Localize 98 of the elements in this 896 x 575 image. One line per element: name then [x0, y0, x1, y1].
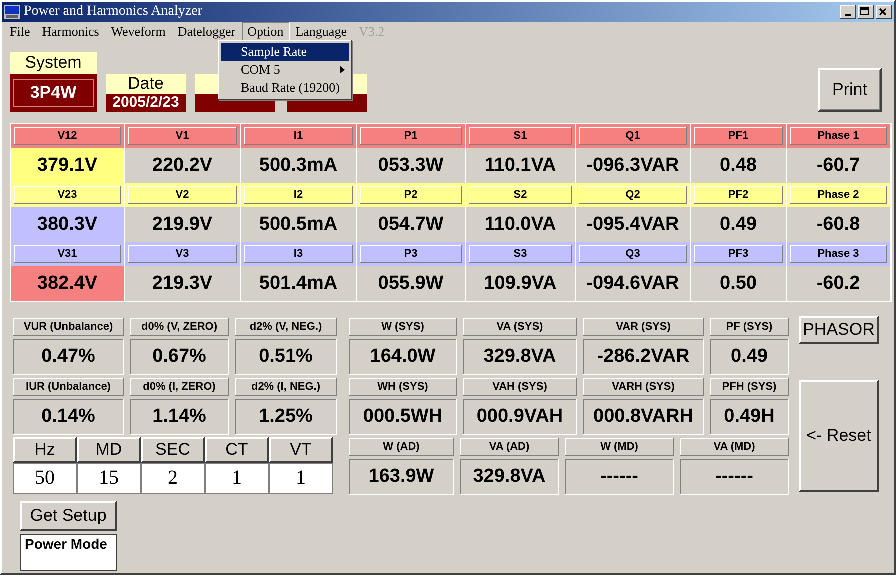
header-cell: V12: [11, 124, 125, 148]
header-cell: S3: [466, 242, 576, 266]
value-field: 329.8VA: [460, 459, 559, 495]
header-cell: I1: [241, 124, 357, 148]
value-field: 1.25%: [235, 399, 337, 435]
header-label: PFH (SYS): [710, 378, 789, 396]
setup-header-button[interactable]: CT: [205, 437, 269, 463]
menu-item[interactable]: Harmonics: [36, 22, 106, 42]
value-field: 000.5WH: [349, 399, 457, 435]
header-label: d2% (V, NEG.): [235, 318, 337, 336]
header-cell: PF2: [691, 183, 787, 207]
value-field: 164.0W: [349, 339, 457, 375]
menu-option[interactable]: Baud Rate (19200): [221, 79, 349, 97]
header-cell: I2: [241, 183, 357, 207]
header-cell: V2: [125, 183, 241, 207]
value-field: -286.2VAR: [583, 339, 704, 375]
value-cell: 382.4V: [11, 266, 125, 301]
value-cell: 379.1V: [11, 148, 125, 183]
value-field: 0.67%: [130, 339, 229, 375]
header-cell: I3: [241, 242, 357, 266]
card-label: Date: [106, 74, 186, 94]
header-label: VAR (SYS): [583, 318, 704, 336]
header-cell: V1: [125, 124, 241, 148]
header-cell: PF1: [691, 124, 787, 148]
value-field: 1.14%: [130, 399, 229, 435]
value-field: 000.8VARH: [583, 399, 704, 435]
close-icon: [877, 7, 889, 17]
menu-item[interactable]: Language: [290, 22, 353, 42]
header-cell: Q2: [576, 183, 691, 207]
header-label: VA (MD): [680, 438, 789, 456]
mode-field: Power Mode: [20, 534, 117, 571]
header-label: VA (SYS): [463, 318, 577, 336]
header-label: d0% (I, ZERO): [130, 378, 229, 396]
header-cell: P3: [357, 242, 466, 266]
header-cell: Q1: [576, 124, 691, 148]
value-field: 329.8VA: [463, 339, 577, 375]
header-cell: Q3: [576, 242, 691, 266]
value-field: ------: [565, 459, 674, 495]
reset-button[interactable]: <- Reset: [799, 380, 879, 492]
header-label: VARH (SYS): [583, 378, 704, 396]
maximize-button[interactable]: [858, 5, 874, 19]
header-label: W (SYS): [349, 318, 457, 336]
menu-option[interactable]: Sample Rate: [221, 43, 349, 61]
minimize-button[interactable]: [840, 5, 856, 19]
value-field: 0.47%: [13, 339, 124, 375]
header-cell: V31: [11, 242, 125, 266]
header-label: VAH (SYS): [463, 378, 577, 396]
header-cell: Phase 3: [787, 242, 891, 266]
setup-header-button[interactable]: VT: [269, 437, 333, 463]
menu-item[interactable]: Datelogger: [172, 22, 242, 42]
header-label: d2% (I, NEG.): [235, 378, 337, 396]
header-cell: P1: [357, 124, 466, 148]
setup-header-button[interactable]: Hz: [13, 437, 77, 463]
value-cell: 380.3V: [11, 207, 125, 242]
setup-value-field[interactable]: 1: [269, 463, 333, 494]
value-field: 0.49H: [710, 399, 789, 435]
setup-header-button[interactable]: SEC: [141, 437, 205, 463]
value-field: 000.9VAH: [463, 399, 577, 435]
app-icon: [4, 5, 20, 19]
setup-value-field[interactable]: 50: [13, 463, 77, 494]
value-field: 163.9W: [349, 459, 454, 495]
card-label: System: [10, 52, 97, 74]
setup-value-field[interactable]: 1: [205, 463, 269, 494]
setup-value-field[interactable]: 15: [77, 463, 141, 494]
value-field: 0.14%: [13, 399, 124, 435]
menu-item[interactable]: File: [4, 22, 36, 42]
header-label: PF (SYS): [710, 318, 789, 336]
header-label: WH (SYS): [349, 378, 457, 396]
header-cell: V23: [11, 183, 125, 207]
value-field: ------: [680, 459, 789, 495]
window-title: Power and Harmonics Analyzer: [24, 4, 204, 20]
setup-header-button[interactable]: MD: [77, 437, 141, 463]
header-label: VUR (Unbalance): [13, 318, 124, 336]
header-label: d0% (V, ZERO): [130, 318, 229, 336]
menu-option[interactable]: COM 5: [221, 61, 349, 79]
get-setup-button[interactable]: Get Setup: [20, 501, 117, 531]
menu-item[interactable]: Weveform: [105, 22, 172, 42]
header-cell: Phase 1: [787, 124, 891, 148]
header-cell: PF3: [691, 242, 787, 266]
header-label: VA (AD): [460, 438, 559, 456]
value-field: 0.49: [710, 339, 789, 375]
card-value: 3P4W: [13, 79, 94, 107]
header-label: W (MD): [565, 438, 674, 456]
header-cell: S2: [466, 183, 576, 207]
maximize-icon: [859, 7, 871, 17]
header-cell: S1: [466, 124, 576, 148]
card-value: 2005/2/23: [106, 94, 186, 112]
value-field: 0.51%: [235, 339, 337, 375]
print-button[interactable]: Print: [818, 68, 882, 112]
close-button[interactable]: [876, 5, 892, 19]
header-cell: V3: [125, 242, 241, 266]
phasor-button[interactable]: PHASOR: [799, 316, 879, 344]
header-label: W (AD): [349, 438, 454, 456]
header-label: IUR (Unbalance): [13, 378, 124, 396]
setup-value-field[interactable]: 2: [141, 463, 205, 494]
minimize-icon: [845, 14, 851, 16]
header-cell: Phase 2: [787, 183, 891, 207]
header-cell: P2: [357, 183, 466, 207]
